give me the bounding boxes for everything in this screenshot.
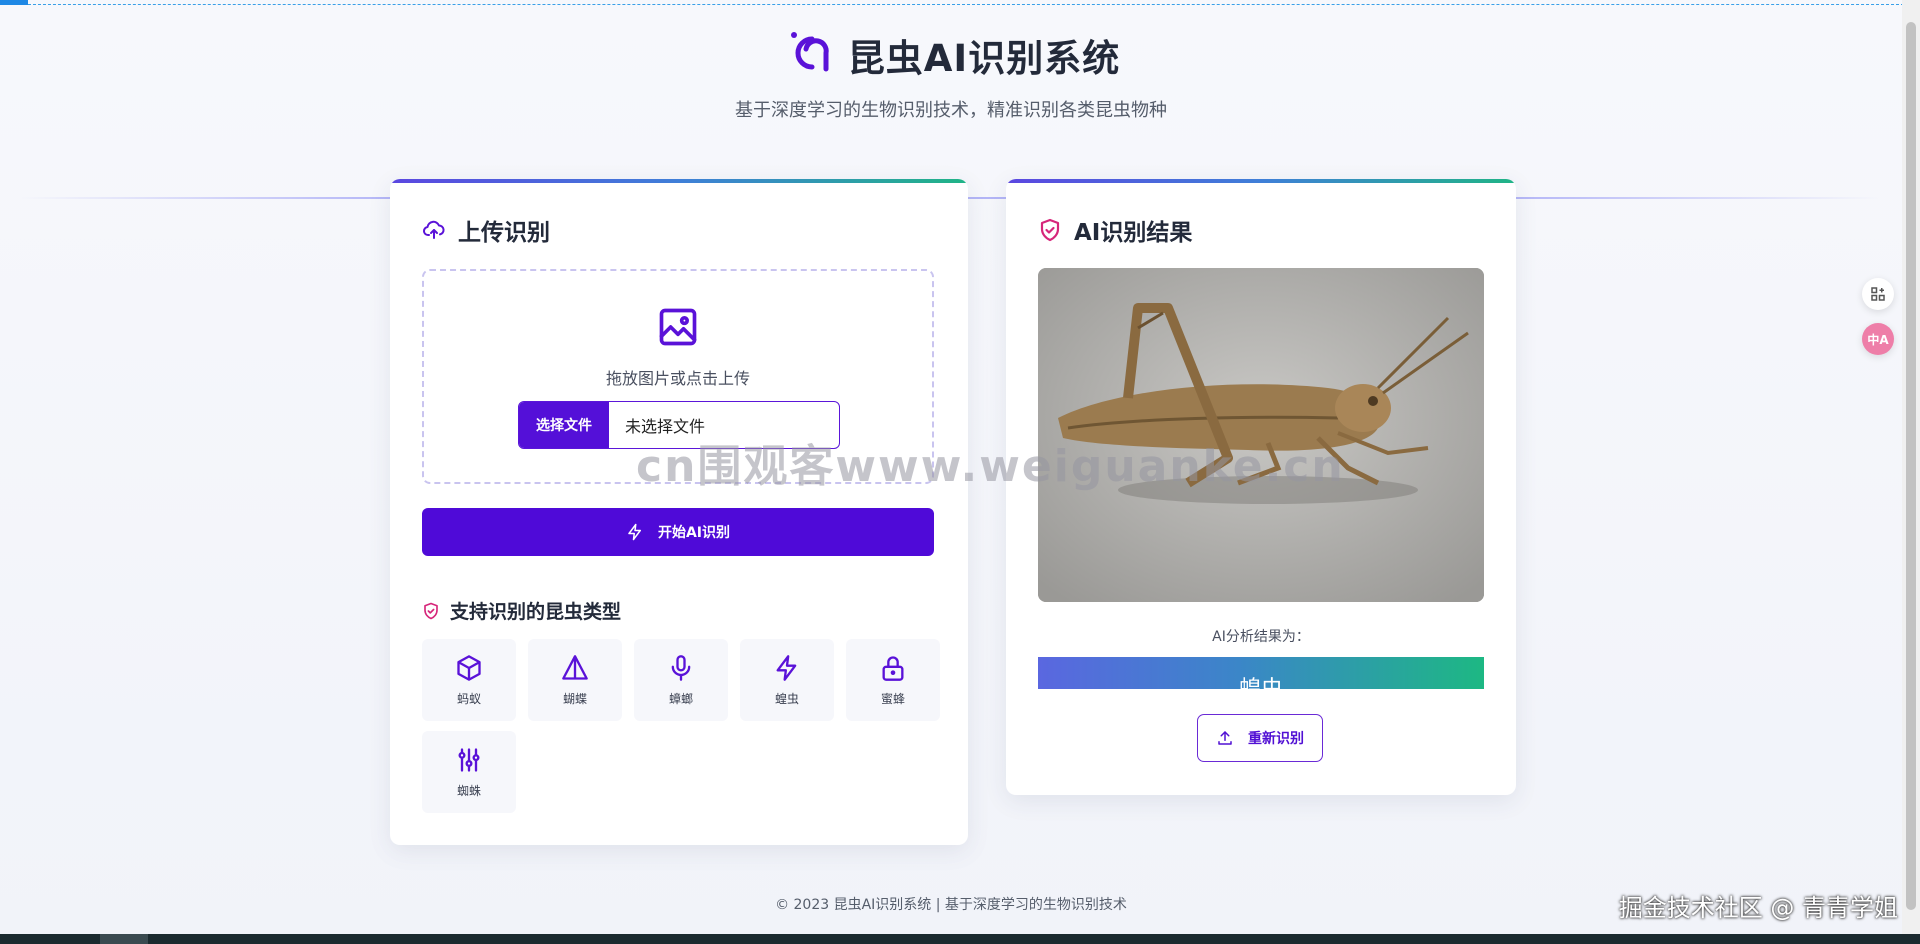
- shield-check-icon: [1040, 218, 1060, 242]
- insect-type-ant[interactable]: 蚂蚁: [422, 639, 516, 721]
- translate-icon: 中A: [1867, 332, 1889, 347]
- logo-icon: [790, 32, 829, 72]
- insect-type-label: 蝴蝶: [562, 691, 587, 706]
- translate-button[interactable]: 中A: [1862, 323, 1894, 355]
- top-dashed-line: [28, 4, 1904, 5]
- start-recognition-button[interactable]: 开始AI识别: [422, 508, 934, 556]
- insect-type-bee[interactable]: 蜜蜂: [846, 639, 940, 721]
- lightning-icon: [776, 654, 797, 681]
- result-card-title: AI识别结果: [1038, 213, 1192, 247]
- insect-type-label: 蝗虫: [774, 691, 799, 706]
- result-label: AI分析结果为：: [1212, 629, 1310, 645]
- cube-icon: [457, 654, 481, 681]
- microphone-icon: [671, 654, 691, 681]
- image-icon: [659, 308, 697, 346]
- browser-progress-indicator: [0, 0, 28, 5]
- result-value: 蝗虫: [1038, 671, 1484, 689]
- page-subtitle: 基于深度学习的生物识别技术，精准识别各类昆虫物种: [735, 100, 1167, 121]
- scrollbar[interactable]: [1902, 0, 1920, 934]
- shield-check-icon: [424, 602, 438, 619]
- taskbar: [0, 934, 1920, 944]
- cloud-upload-icon: [423, 220, 445, 239]
- insect-type-label: 蜜蜂: [880, 691, 905, 706]
- insect-type-butterfly[interactable]: 蝴蝶: [528, 639, 622, 721]
- start-recognition-label: 开始AI识别: [657, 525, 731, 541]
- sliders-icon: [458, 747, 480, 772]
- rerecognize-label: 重新识别: [1248, 731, 1304, 747]
- insect-type-locust[interactable]: 蝗虫: [740, 639, 834, 721]
- lightning-icon: [628, 523, 641, 541]
- app-grid-icon: [1871, 287, 1885, 301]
- upload-card: 上传识别 拖放图片或点击上传 选择文件 未选择文件 开始AI识别 支持识别的昆虫…: [390, 179, 968, 845]
- result-card-title-text: AI识别结果: [1074, 220, 1193, 246]
- page-header: 昆虫AI识别系统 基于深度学习的生物识别技术，精准识别各类昆虫物种: [0, 26, 1902, 122]
- dropzone-hint: 拖放图片或点击上传: [605, 369, 750, 388]
- upload-card-title-text: 上传识别: [458, 220, 550, 246]
- page-footer: © 2023 昆虫AI识别系统 | 基于深度学习的生物识别技术: [775, 897, 1127, 913]
- supported-types-title-text: 支持识别的昆虫类型: [450, 601, 622, 623]
- title-row: 昆虫AI识别系统: [0, 26, 1902, 84]
- insect-type-label: 蚂蚁: [456, 691, 481, 706]
- lock-icon: [882, 655, 904, 681]
- page-title: 昆虫AI识别系统: [847, 37, 1121, 80]
- upload-icon: [1218, 731, 1232, 745]
- upload-card-title: 上传识别: [422, 213, 550, 247]
- center-watermark: cn围观客www.weiguanke.cn: [636, 441, 1345, 492]
- scrollbar-thumb[interactable]: [1906, 22, 1916, 910]
- corner-watermark: 掘金技术社区 @ 青青学姐: [1618, 894, 1898, 922]
- rerecognize-button[interactable]: 重新识别: [1197, 714, 1323, 762]
- insect-types-grid: 蚂蚁 蝴蝶 蟑螂 蝗虫 蜜蜂 蜘蛛: [422, 639, 942, 813]
- choose-file-button[interactable]: 选择文件: [519, 402, 609, 448]
- taskbar-item[interactable]: [100, 934, 148, 944]
- insect-type-label: 蟑螂: [668, 691, 693, 706]
- app-grid-button[interactable]: [1862, 278, 1894, 310]
- result-banner: 蝗虫: [1038, 657, 1484, 689]
- insect-type-label: 蜘蛛: [456, 783, 481, 798]
- insect-type-cockroach[interactable]: 蟑螂: [634, 639, 728, 721]
- triangle-icon: [562, 654, 588, 680]
- supported-types-title: 支持识别的昆虫类型: [422, 597, 621, 624]
- insect-type-spider[interactable]: 蜘蛛: [422, 731, 516, 813]
